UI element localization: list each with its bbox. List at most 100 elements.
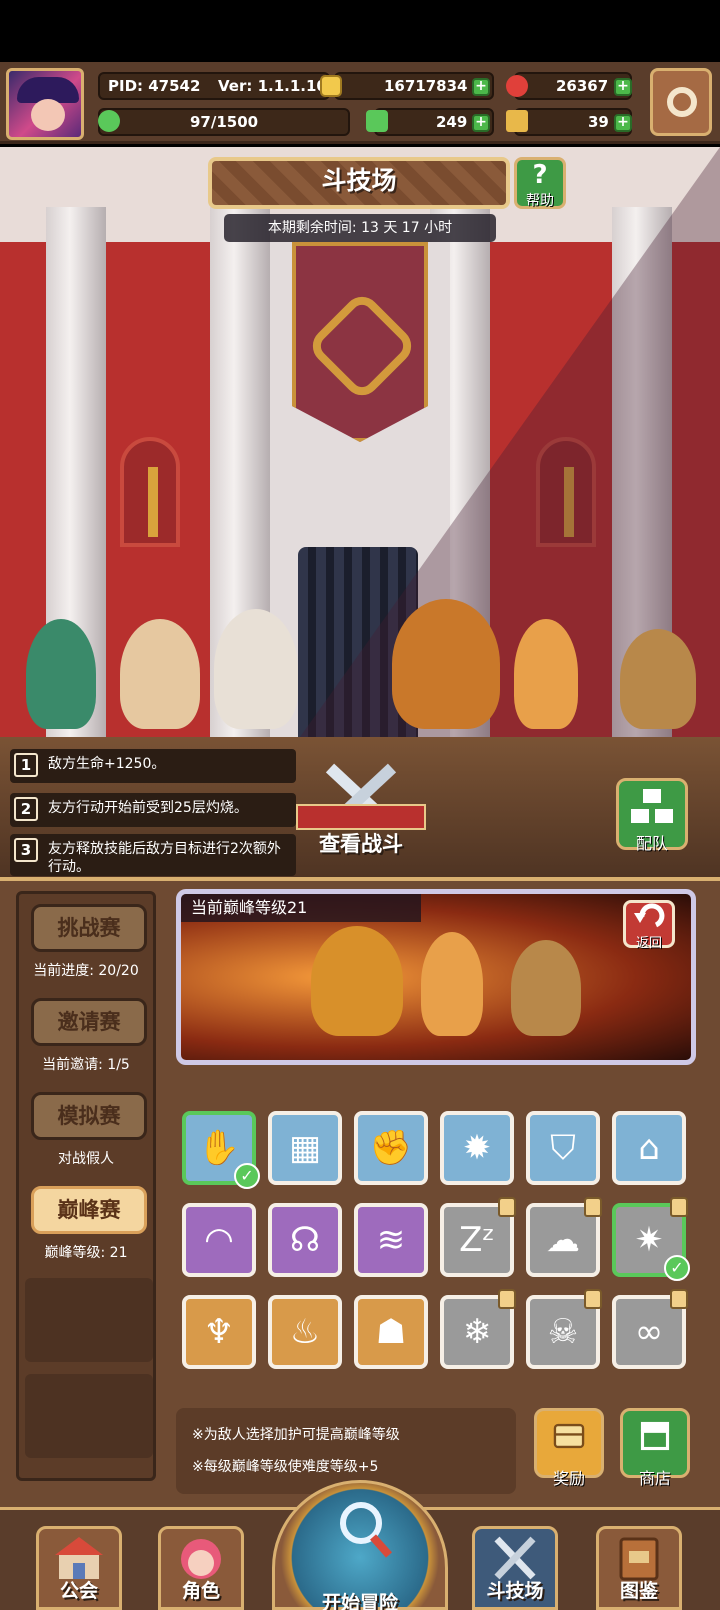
return-label: 返回 xyxy=(635,936,662,951)
enemy-fire-beast xyxy=(392,599,500,729)
sword-icon xyxy=(148,467,158,537)
blessing-tile[interactable]: ☗ xyxy=(354,1295,428,1369)
blessing-tile[interactable]: ✊ xyxy=(354,1111,428,1185)
tip-text: ※为敌人选择加护可提高巅峰等级 xyxy=(192,1427,400,1443)
arena-banner xyxy=(292,242,428,442)
preview-fire-beast xyxy=(311,926,403,1036)
blessing-tile[interactable]: ♨ xyxy=(268,1295,342,1369)
simulation-mode-button[interactable]: 模拟赛 xyxy=(31,1092,147,1140)
treasure-chest-icon xyxy=(553,1423,585,1449)
view-battle-button[interactable]: 查看战斗 xyxy=(296,762,426,872)
gem-value: 26367 xyxy=(556,77,609,95)
blessing-tile[interactable]: ▦ xyxy=(268,1111,342,1185)
left-sword-niche xyxy=(120,437,180,547)
peak-level-text: 巅峰等级: 21 xyxy=(44,1245,128,1261)
blessing-tile[interactable]: ♆ xyxy=(182,1295,256,1369)
nav-arena[interactable]: 斗技场 xyxy=(472,1526,558,1610)
blessing-tile[interactable]: ∞ xyxy=(612,1289,688,1369)
lock-icon xyxy=(670,1289,688,1309)
shop-icon xyxy=(640,1421,670,1451)
blessing-tile[interactable]: ❄ xyxy=(440,1289,516,1369)
view-battle-ribbon xyxy=(296,804,426,830)
checkmark-icon: ✓ xyxy=(234,1163,260,1189)
nav-codex[interactable]: 图鉴 xyxy=(596,1526,682,1610)
team-setup-label: 配队 xyxy=(635,834,668,853)
season-timer: 本期剩余时间: 13 天 17 小时 xyxy=(224,214,496,242)
blessing-tile[interactable]: ◠ xyxy=(182,1203,256,1277)
nav-character[interactable]: 角色 xyxy=(158,1526,244,1610)
return-arrow-icon xyxy=(634,903,665,928)
key-value: 39 xyxy=(588,113,609,131)
ghost-icon: ☗ xyxy=(375,1312,407,1352)
invite-progress: 当前邀请: 1/5 xyxy=(42,1057,130,1073)
player-avatar[interactable] xyxy=(6,68,84,140)
peak-mode-button[interactable]: 巅峰赛 xyxy=(31,1186,147,1234)
invite-mode-button[interactable]: 邀请赛 xyxy=(31,998,147,1046)
help-button[interactable]: ? 帮助 xyxy=(514,157,566,209)
blessing-tile[interactable]: ≋ xyxy=(354,1203,428,1277)
key-icon xyxy=(506,110,528,132)
resource-bar: PID: 47542 Ver: 1.1.1.10 97/1500 1671783… xyxy=(0,62,720,144)
avatar-face xyxy=(31,99,65,131)
question-icon: ? xyxy=(532,160,548,190)
simulation-subtitle: 对战假人 xyxy=(58,1151,114,1167)
claw-icon: ✊ xyxy=(369,1128,413,1168)
checkmark-icon: ✓ xyxy=(664,1255,690,1281)
blessing-tile[interactable]: Zᶻ xyxy=(440,1197,516,1277)
modifier-text: 友方行动开始前受到25层灼烧。 xyxy=(48,800,248,816)
reward-label: 奖励 xyxy=(552,1469,585,1488)
clover-icon xyxy=(366,110,388,132)
add-gold-button[interactable]: + xyxy=(472,78,490,96)
fire-icon: ♨ xyxy=(289,1312,321,1352)
nav-arena-label: 斗技场 xyxy=(486,1580,544,1602)
banner-emblem xyxy=(305,289,419,403)
modifier-number: 1 xyxy=(14,753,38,777)
lock-icon xyxy=(498,1289,516,1309)
empty-mode-slot xyxy=(25,1278,153,1362)
preview-enemy-hero-2 xyxy=(511,940,581,1036)
add-gem-button[interactable]: + xyxy=(614,78,632,96)
rainbow-icon: ◠ xyxy=(204,1220,234,1260)
blessing-tile[interactable]: ⛉ xyxy=(526,1111,600,1185)
enemy-hero-2 xyxy=(620,629,696,729)
nav-guild-label: 公会 xyxy=(59,1580,98,1602)
start-adventure-label: 开始冒险 xyxy=(321,1592,398,1610)
clover-value: 249 xyxy=(436,113,468,131)
settings-button[interactable] xyxy=(650,68,712,136)
team-icon xyxy=(631,789,673,823)
nav-codex-label: 图鉴 xyxy=(619,1580,658,1602)
stamina-icon xyxy=(98,110,120,132)
view-battle-label: 查看战斗 xyxy=(319,832,403,856)
lock-icon xyxy=(584,1289,602,1309)
blessing-tile[interactable]: ✹ xyxy=(440,1111,514,1185)
empty-mode-slot xyxy=(25,1374,153,1458)
gold-value: 16717834 xyxy=(384,77,468,95)
mode-list: 挑战赛 当前进度: 20/20 邀请赛 当前邀请: 1/5 模拟赛 对战假人 巅… xyxy=(16,891,156,1481)
ally-hero-1 xyxy=(26,619,96,729)
tombstone-icon: ⌂ xyxy=(638,1128,660,1168)
lock-icon xyxy=(584,1197,602,1217)
version-label: Ver: 1.1.1.10 xyxy=(218,77,327,95)
blessing-tile[interactable]: ☊ xyxy=(268,1203,342,1277)
blessing-tile[interactable]: ✋ ✓ xyxy=(182,1111,260,1189)
blessing-tile[interactable]: ☠ xyxy=(526,1289,602,1369)
add-key-button[interactable]: + xyxy=(614,114,632,132)
ouroboros-icon: ☊ xyxy=(289,1220,321,1260)
lock-icon xyxy=(498,1197,516,1217)
modifier-number: 3 xyxy=(14,838,38,862)
blessing-tile[interactable]: ⌂ xyxy=(612,1111,686,1185)
nav-guild[interactable]: 公会 xyxy=(36,1526,122,1610)
ally-hero-3 xyxy=(214,609,298,729)
tip-text: ※每级巅峰等级使难度等级+5 xyxy=(192,1459,379,1475)
modifier-item: 1 敌方生命+1250。 xyxy=(10,749,296,783)
blessing-tile[interactable]: ✷ ✓ xyxy=(612,1197,690,1281)
lock-icon xyxy=(670,1197,688,1217)
challenge-progress: 当前进度: 20/20 xyxy=(33,963,139,979)
modifier-text: 友方释放技能后敌方目标进行2次额外行动。 xyxy=(48,841,281,875)
add-clover-button[interactable]: + xyxy=(472,114,490,132)
help-label: 帮助 xyxy=(526,193,554,209)
blessing-tile[interactable]: ☁ xyxy=(526,1197,602,1277)
challenge-mode-button[interactable]: 挑战赛 xyxy=(31,904,147,952)
shield-icon: ⛉ xyxy=(550,1128,576,1168)
enemy-preview: 当前巅峰等级21 返回 xyxy=(176,889,696,1065)
